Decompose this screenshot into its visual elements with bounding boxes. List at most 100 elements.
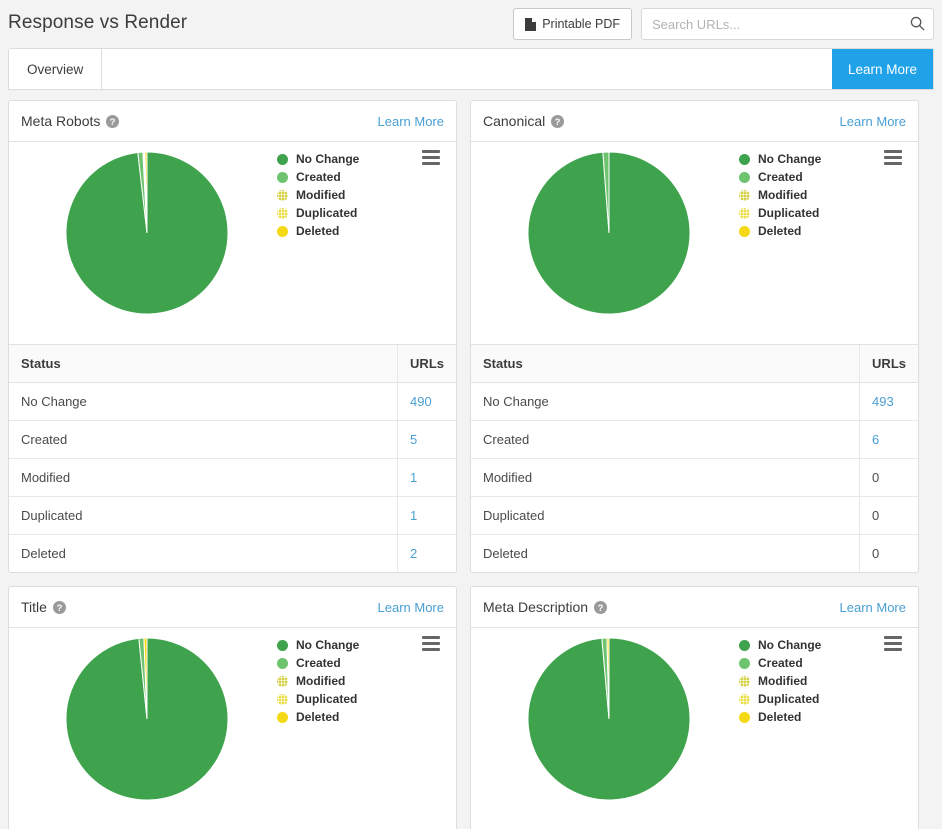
url-count-link[interactable]: 490	[410, 394, 432, 409]
hamburger-menu-icon[interactable]	[422, 150, 440, 168]
column-header-status: Status	[9, 344, 398, 383]
chart-legend: No Change Created Modified Duplicated De…	[277, 150, 359, 240]
cell-status: No Change	[471, 382, 860, 421]
legend-item[interactable]: Deleted	[739, 222, 821, 240]
svg-text:?: ?	[110, 117, 116, 128]
panel-header: Title ? Learn More	[9, 587, 456, 628]
top-bar: Response vs Render Printable PDF	[0, 0, 942, 48]
question-mark-icon[interactable]: ?	[594, 600, 608, 614]
url-count-link[interactable]: 1	[410, 508, 417, 523]
cell-status: Duplicated	[9, 496, 398, 535]
table-row: Deleted 0	[471, 534, 918, 572]
legend-label: No Change	[296, 638, 360, 652]
legend-label: Created	[758, 656, 803, 670]
legend-item[interactable]: Modified	[739, 186, 821, 204]
legend-item[interactable]: No Change	[739, 150, 821, 168]
tab-overview-label: Overview	[27, 61, 84, 77]
cell-status: No Change	[9, 382, 398, 421]
url-count-link[interactable]: 5	[410, 432, 417, 447]
legend-item[interactable]: Created	[739, 654, 821, 672]
pie-chart-canonical: No Change Created Modified Duplicated De…	[471, 142, 918, 344]
legend-item[interactable]: No Change	[277, 150, 359, 168]
pie-chart-svg	[66, 638, 228, 800]
cell-status: Modified	[9, 458, 398, 497]
panel-header: Meta Description ? Learn More	[471, 587, 918, 628]
printable-pdf-label: Printable PDF	[542, 17, 620, 31]
pie-chart-svg	[528, 152, 690, 314]
legend-item[interactable]: Duplicated	[739, 204, 821, 222]
legend-item[interactable]: Deleted	[277, 708, 359, 726]
legend-item[interactable]: Deleted	[739, 708, 821, 726]
panel-title-label: Meta Description	[483, 599, 589, 615]
url-count-value: 0	[872, 470, 880, 485]
legend-item[interactable]: Deleted	[277, 222, 359, 240]
panel-title: Canonical ?	[483, 113, 565, 129]
legend-item[interactable]: Modified	[277, 186, 359, 204]
legend-swatch	[277, 153, 288, 165]
legend-item[interactable]: Created	[739, 168, 821, 186]
panel-learn-more-link[interactable]: Learn More	[378, 114, 444, 129]
printable-pdf-button[interactable]: Printable PDF	[513, 8, 632, 40]
table-body: No Change 493 Created 6 Modified 0 Duplicated 0…	[471, 382, 918, 572]
search-input[interactable]	[641, 8, 934, 40]
cell-status: Deleted	[21, 546, 66, 561]
panel-title: Title ?	[21, 599, 66, 615]
page-title: Response vs Render	[8, 12, 188, 33]
legend-label: Deleted	[758, 224, 802, 238]
table-row: Duplicated 1	[9, 496, 456, 535]
chart-legend: No Change Created Modified Duplicated De…	[739, 636, 821, 726]
legend-item[interactable]: No Change	[739, 636, 821, 654]
legend-swatch	[277, 657, 288, 669]
cell-urls: 1	[397, 496, 456, 535]
pie-chart-svg	[66, 152, 228, 314]
question-mark-icon[interactable]: ?	[106, 114, 120, 128]
legend-item[interactable]: Modified	[739, 672, 821, 690]
table-header-row: Status URLs	[9, 344, 456, 383]
legend-item[interactable]: No Change	[277, 636, 359, 654]
hamburger-menu-icon[interactable]	[884, 636, 902, 654]
question-mark-icon[interactable]: ?	[551, 114, 565, 128]
legend-label: Duplicated	[758, 692, 820, 706]
panel-learn-more-link[interactable]: Learn More	[840, 114, 906, 129]
legend-item[interactable]: Created	[277, 654, 359, 672]
column-header-urls: URLs	[859, 344, 918, 383]
tab-overview[interactable]: Overview	[9, 49, 103, 89]
legend-swatch	[739, 225, 750, 237]
legend-swatch	[277, 711, 288, 723]
legend-swatch	[277, 639, 288, 651]
panel-learn-more-link[interactable]: Learn More	[840, 600, 906, 615]
table-header-row: Status URLs	[471, 344, 918, 383]
table-row: No Change 490	[9, 382, 456, 421]
panel-header: Meta Robots ? Learn More	[9, 101, 456, 142]
legend-item[interactable]: Duplicated	[277, 690, 359, 708]
legend-swatch	[739, 189, 750, 201]
legend-label: No Change	[758, 152, 822, 166]
legend-item[interactable]: Modified	[277, 672, 359, 690]
panel-learn-more-link[interactable]: Learn More	[378, 600, 444, 615]
legend-label: Duplicated	[296, 206, 358, 220]
legend-swatch	[739, 693, 750, 705]
legend-swatch	[277, 693, 288, 705]
column-header-status: Status	[471, 344, 860, 383]
learn-more-button[interactable]: Learn More	[831, 49, 933, 89]
legend-label: Deleted	[296, 710, 340, 724]
legend-item[interactable]: Created	[277, 168, 359, 186]
panel-title: Title ? Learn More No Change Created Mod…	[8, 586, 457, 829]
legend-item[interactable]: Duplicated	[739, 690, 821, 708]
url-count-link[interactable]: 6	[872, 432, 879, 447]
legend-item[interactable]: Duplicated	[277, 204, 359, 222]
url-count-link[interactable]: 2	[410, 546, 417, 561]
url-count-link[interactable]: 1	[410, 470, 417, 485]
hamburger-menu-icon[interactable]	[422, 636, 440, 654]
table-row: No Change 493	[471, 382, 918, 421]
panel-grid: Meta Robots ? Learn More No Change Creat…	[8, 100, 934, 829]
url-count-link[interactable]: 493	[872, 394, 894, 409]
panel-title: Meta Description ?	[483, 599, 608, 615]
table-row: Deleted 2	[9, 534, 456, 572]
cell-urls: 1	[397, 458, 456, 497]
legend-label: Duplicated	[296, 692, 358, 706]
question-mark-icon[interactable]: ?	[52, 600, 66, 614]
status-table: Status URLs No Change 490 Created 5 Modified…	[9, 344, 456, 572]
cell-urls: 6	[859, 420, 918, 459]
hamburger-menu-icon[interactable]	[884, 150, 902, 168]
